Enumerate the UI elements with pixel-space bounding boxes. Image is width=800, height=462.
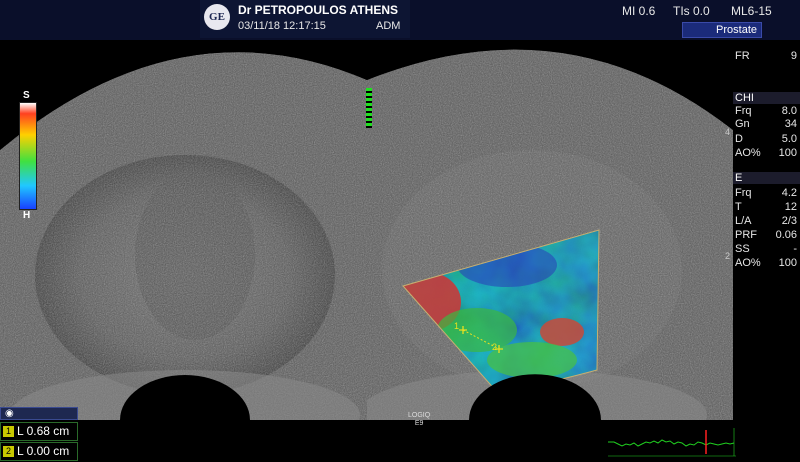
e-ao: AO% 100 (735, 257, 797, 269)
e-t: T 12 (735, 201, 797, 213)
depth-tick-2: 2 (725, 251, 731, 261)
measurement-row-2[interactable]: 2L 0.00 cm (0, 442, 78, 461)
e-ss: SS - (735, 243, 797, 255)
chi-frq: Frq 8.0 (735, 105, 797, 117)
e-section-header[interactable]: E (733, 172, 800, 184)
e-prf: PRF 0.06 (735, 229, 797, 241)
measurement-id-2: 2 (3, 446, 14, 458)
ge-logo-icon: GE (204, 4, 230, 30)
measurement-row-1[interactable]: 1L 0.68 cm (0, 422, 78, 441)
caliper-label-1: 1 (454, 321, 459, 331)
colorbar-soft-label: S (23, 90, 30, 101)
colorbar-hard-label: H (23, 210, 31, 221)
machine-label: LOGIQ E9 (408, 412, 431, 427)
header-bar: GE Dr PETROPOULOS ATHENS 03/11/18 12:17:… (0, 0, 800, 40)
measurement-value-1: L 0.68 cm (17, 424, 70, 438)
bmode-image (0, 40, 367, 420)
chi-gn: Gn 34 (735, 118, 797, 130)
parameter-panel: FR 9 CHI Frq 8.0 Gn 34 D 5.0 AO% 100 E Frq 4.2… (733, 40, 800, 420)
mi-index: MI 0.6 (622, 4, 656, 18)
measurement-id-1: 1 (3, 426, 14, 438)
measurement-icon: ◉ (5, 408, 14, 419)
depth-tick-4: 4 (725, 127, 731, 137)
chi-ao: AO% 100 (735, 147, 797, 159)
exam-datetime: 03/11/18 12:17:15 (238, 20, 326, 32)
chi-section-header[interactable]: CHI (733, 92, 800, 104)
tis-index: TIs 0.0 (673, 4, 710, 18)
elastography-image: 1 2 (367, 40, 733, 420)
e-frq: Frq 4.2 (735, 187, 797, 199)
measurement-header[interactable]: ◉ (0, 407, 78, 420)
probe-name: ML6-15 (731, 4, 772, 18)
preset-label[interactable]: Prostate (682, 22, 762, 38)
caliper-label-2: 2 (492, 342, 497, 352)
institution-name: Dr PETROPOULOS ATHENS (238, 3, 399, 17)
measurement-value-2: L 0.00 cm (17, 444, 70, 458)
compression-indicator (366, 88, 372, 128)
trace-line (608, 439, 735, 447)
param-fr: FR 9 (735, 50, 797, 62)
elastography-image-canvas: 1 2 (367, 40, 733, 420)
elasticity-colorbar (19, 102, 37, 210)
operator-id: ADM (376, 20, 401, 32)
chi-d: D 5.0 (735, 133, 797, 145)
bmode-image-canvas (0, 40, 367, 420)
e-la: L/A 2/3 (735, 215, 797, 227)
compression-trace (608, 428, 736, 457)
